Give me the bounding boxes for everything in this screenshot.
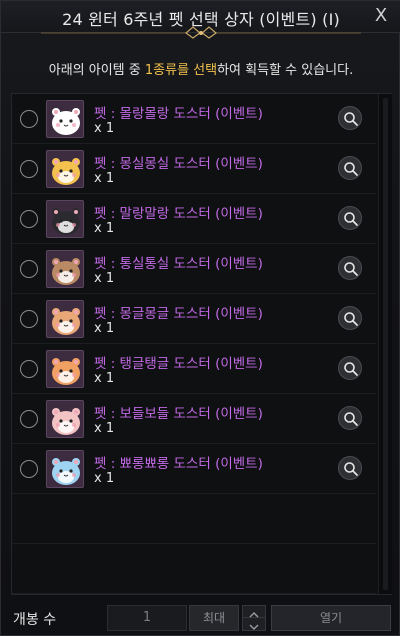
select-radio[interactable] [20,460,38,478]
magnifier-icon [344,312,358,326]
pet-hamster-icon [46,400,84,438]
list-item[interactable]: 펫 : 탱글탱글 도스터 (이벤트) x 1 [12,344,376,394]
item-name: 펫 : 몽글몽글 도스터 (이벤트) [94,306,263,322]
instruction-prefix: 아래의 아이템 중 [48,63,145,78]
list-item[interactable]: 펫 : 뾰롱뾰롱 도스터 (이벤트) x 1 [12,444,376,494]
item-quantity: x 1 [94,221,115,236]
chevron-down-icon [249,624,259,630]
preview-button[interactable] [338,406,362,430]
select-radio[interactable] [20,260,38,278]
list-item[interactable]: 펫 : 보들보들 도스터 (이벤트) x 1 [12,394,376,444]
item-quantity: x 1 [94,121,115,136]
pet-hamster-icon [46,200,84,238]
list-item[interactable]: 펫 : 몽실몽실 도스터 (이벤트) x 1 [12,144,376,194]
select-radio[interactable] [20,210,38,228]
title-ornament-icon [41,26,361,39]
scrollbar-thumb[interactable] [383,98,388,590]
item-quantity: x 1 [94,321,115,336]
instruction-highlight: 1종류를 선택 [144,63,218,78]
preview-button[interactable] [338,306,362,330]
item-quantity: x 1 [94,421,115,436]
pet-hamster-icon [46,150,84,188]
item-quantity: x 1 [94,371,115,386]
select-radio[interactable] [20,110,38,128]
instruction-text: 아래의 아이템 중 1종류를 선택하여 획득할 수 있습니다. [1,59,400,78]
max-button[interactable]: 최대 [189,605,239,631]
preview-button[interactable] [338,206,362,230]
select-radio[interactable] [20,310,38,328]
item-name: 펫 : 보들보들 도스터 (이벤트) [94,406,263,422]
reward-list-panel: 펫 : 몰랑몰랑 도스터 (이벤트) x 1펫 : 몽실몽실 도스터 (이벤트) x… [11,93,392,595]
item-quantity: x 1 [94,471,115,486]
item-name: 펫 : 탱글탱글 도스터 (이벤트) [94,356,263,372]
item-name: 펫 : 몽실몽실 도스터 (이벤트) [94,156,263,172]
magnifier-icon [344,112,358,126]
select-radio[interactable] [20,360,38,378]
pet-hamster-icon [46,250,84,288]
item-name: 펫 : 뾰롱뾰롱 도스터 (이벤트) [94,456,263,472]
preview-button[interactable] [338,106,362,130]
select-radio[interactable] [20,160,38,178]
empty-list-slot [12,544,376,594]
stepper-up-button[interactable] [243,606,265,618]
list-scrollbar[interactable] [378,94,392,594]
magnifier-icon [344,262,358,276]
pet-hamster-icon [46,450,84,488]
magnifier-icon [344,212,358,226]
reward-list: 펫 : 몰랑몰랑 도스터 (이벤트) x 1펫 : 몽실몽실 도스터 (이벤트) x… [12,94,376,594]
pet-hamster-icon [46,350,84,388]
footer-bar: 개봉 수 1 최대 열기 [1,601,400,636]
open-quantity-input[interactable]: 1 [107,605,187,631]
item-name: 펫 : 몰랑몰랑 도스터 (이벤트) [94,106,263,122]
list-item[interactable]: 펫 : 몰랑몰랑 도스터 (이벤트) x 1 [12,94,376,144]
pet-hamster-icon [46,300,84,338]
stepper-down-button[interactable] [243,618,265,630]
item-quantity: x 1 [94,271,115,286]
instruction-suffix: 하여 획득할 수 있습니다. [217,63,354,78]
preview-button[interactable] [338,456,362,480]
preview-button[interactable] [338,156,362,180]
list-item[interactable]: 펫 : 말랑말랑 도스터 (이벤트) x 1 [12,194,376,244]
item-name: 펫 : 통실통실 도스터 (이벤트) [94,256,263,272]
magnifier-icon [344,362,358,376]
magnifier-icon [344,412,358,426]
pet-hamster-icon [46,100,84,138]
preview-button[interactable] [338,256,362,280]
quantity-stepper[interactable] [242,605,266,631]
item-name: 펫 : 말랑말랑 도스터 (이벤트) [94,206,263,222]
open-button[interactable]: 열기 [271,605,391,631]
list-item[interactable]: 펫 : 몽글몽글 도스터 (이벤트) x 1 [12,294,376,344]
magnifier-icon [344,162,358,176]
select-radio[interactable] [20,410,38,428]
magnifier-icon [344,462,358,476]
empty-list-slot [12,494,376,544]
item-quantity: x 1 [94,171,115,186]
preview-button[interactable] [338,356,362,380]
pet-selection-box-window: 24 윈터 6주년 펫 선택 상자 (이벤트) (I) X 아래의 아이템 중 … [0,0,400,636]
list-item[interactable]: 펫 : 통실통실 도스터 (이벤트) x 1 [12,244,376,294]
open-count-label: 개봉 수 [13,612,57,628]
